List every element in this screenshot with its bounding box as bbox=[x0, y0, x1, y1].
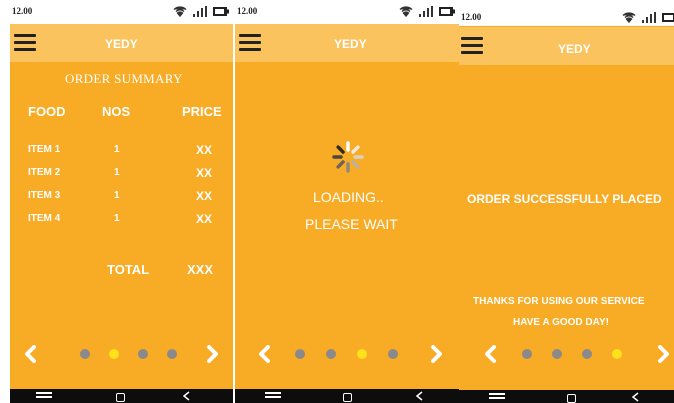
page-dot[interactable] bbox=[167, 349, 177, 359]
item-price: XX bbox=[196, 143, 213, 157]
app-bar: YEDY bbox=[10, 24, 233, 62]
app-title: YEDY bbox=[105, 37, 138, 51]
menu-lines-icon[interactable] bbox=[265, 392, 281, 400]
home-square-icon[interactable] bbox=[116, 393, 125, 402]
system-navigation-bar bbox=[235, 389, 459, 403]
page-dot-active[interactable] bbox=[357, 349, 367, 359]
home-square-icon[interactable] bbox=[343, 393, 352, 402]
please-wait-text: PLEASE WAIT bbox=[305, 216, 398, 232]
page-dot[interactable] bbox=[552, 349, 562, 359]
chevron-left-icon[interactable] bbox=[483, 345, 497, 363]
column-header-food: FOOD bbox=[28, 104, 66, 119]
back-chevron-icon[interactable] bbox=[415, 391, 425, 401]
column-header-price: PRICE bbox=[182, 104, 222, 119]
order-success-screen: 12.00 YEDY ORDER SUCCESSFULLY PLACED THA… bbox=[459, 2, 674, 403]
chevron-left-icon[interactable] bbox=[257, 345, 271, 363]
loading-text: LOADING.. bbox=[313, 189, 384, 205]
status-bar: 12.00 bbox=[459, 2, 674, 26]
column-header-nos: NOS bbox=[102, 104, 131, 119]
spinner-icon bbox=[332, 141, 364, 173]
order-summary-heading: ORDER SUMMARY bbox=[65, 71, 183, 86]
item-name: ITEM 3 bbox=[28, 190, 61, 201]
item-qty: 1 bbox=[114, 190, 120, 201]
chevron-right-icon[interactable] bbox=[430, 345, 444, 363]
menu-lines-icon[interactable] bbox=[36, 392, 52, 400]
status-time: 12.00 bbox=[461, 12, 482, 22]
item-price: XX bbox=[196, 166, 213, 180]
item-name: ITEM 2 bbox=[28, 167, 61, 178]
page-dot[interactable] bbox=[80, 349, 90, 359]
system-navigation-bar bbox=[459, 390, 674, 403]
app-title: YEDY bbox=[334, 37, 367, 51]
item-qty: 1 bbox=[114, 213, 120, 224]
page-dot[interactable] bbox=[522, 349, 532, 359]
status-bar: 12.00 bbox=[10, 0, 233, 24]
page-dot-active[interactable] bbox=[109, 349, 119, 359]
item-price: XX bbox=[196, 189, 213, 203]
page-dot[interactable] bbox=[582, 349, 592, 359]
page-dot[interactable] bbox=[295, 349, 305, 359]
battery-icon bbox=[213, 6, 229, 16]
chevron-right-icon[interactable] bbox=[657, 345, 671, 363]
status-time: 12.00 bbox=[12, 6, 33, 16]
back-chevron-icon[interactable] bbox=[182, 391, 192, 401]
page-dot[interactable] bbox=[138, 349, 148, 359]
page-dot[interactable] bbox=[388, 349, 398, 359]
app-title: YEDY bbox=[558, 42, 591, 56]
item-name: ITEM 4 bbox=[28, 213, 61, 224]
item-price: XX bbox=[196, 212, 213, 226]
good-day-message: HAVE A GOOD DAY! bbox=[513, 317, 609, 328]
page-dot[interactable] bbox=[326, 349, 336, 359]
page-indicator-bar bbox=[10, 339, 233, 369]
hamburger-menu-icon[interactable] bbox=[239, 34, 261, 51]
signal-icon bbox=[642, 11, 656, 23]
battery-icon bbox=[662, 12, 674, 22]
order-success-message: ORDER SUCCESSFULLY PLACED bbox=[467, 192, 662, 206]
battery-icon bbox=[439, 6, 455, 16]
loading-screen: 12.00 YEDY LOADING.. PLEASE WAIT bbox=[235, 0, 459, 403]
item-qty: 1 bbox=[114, 144, 120, 155]
wifi-icon bbox=[622, 12, 636, 23]
item-qty: 1 bbox=[114, 167, 120, 178]
wifi-icon bbox=[173, 6, 187, 17]
thanks-message: THANKS FOR USING OUR SERVICE bbox=[473, 296, 645, 307]
status-time: 12.00 bbox=[237, 6, 258, 16]
menu-lines-icon[interactable] bbox=[489, 393, 505, 401]
total-value: XXX bbox=[187, 262, 214, 277]
system-navigation-bar bbox=[10, 389, 233, 403]
page-indicator-bar bbox=[459, 339, 674, 369]
app-bar: YEDY bbox=[235, 24, 459, 62]
status-bar: 12.00 bbox=[235, 0, 459, 24]
total-label: TOTAL bbox=[107, 262, 150, 277]
order-summary-screen: 12.00 YEDY ORDER SUMMARY FOOD NOS PRICE … bbox=[10, 0, 233, 403]
hamburger-menu-icon[interactable] bbox=[461, 37, 483, 54]
home-square-icon[interactable] bbox=[567, 394, 576, 403]
hamburger-menu-icon[interactable] bbox=[14, 34, 36, 51]
signal-icon bbox=[419, 5, 433, 17]
signal-icon bbox=[193, 5, 207, 17]
wifi-icon bbox=[399, 6, 413, 17]
chevron-left-icon[interactable] bbox=[23, 345, 37, 363]
chevron-right-icon[interactable] bbox=[206, 345, 220, 363]
back-chevron-icon[interactable] bbox=[631, 392, 641, 402]
page-indicator-bar bbox=[235, 339, 459, 369]
app-bar: YEDY bbox=[459, 27, 674, 65]
page-dot-active[interactable] bbox=[612, 349, 622, 359]
item-name: ITEM 1 bbox=[28, 144, 61, 155]
